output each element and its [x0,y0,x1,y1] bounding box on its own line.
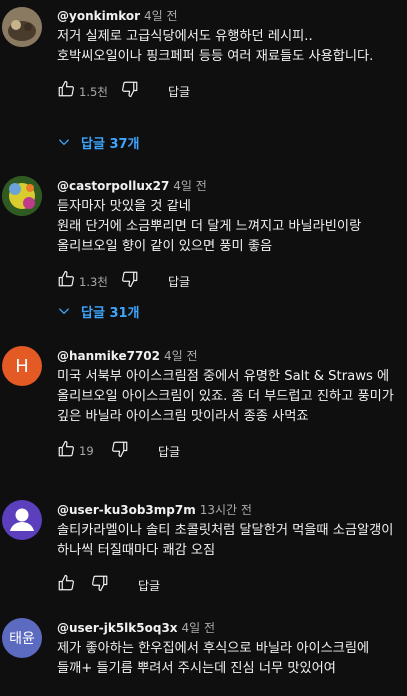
replies-count: 답글 31개 [81,305,140,321]
avatar-image-icon [2,176,42,216]
like-count: 19 [79,444,94,458]
thumbs-down-icon [112,441,128,458]
chevron-down-icon [58,308,70,315]
like-count: 1.5천 [79,85,108,99]
like-button[interactable] [57,80,75,101]
comment-author[interactable]: @yonkimkor [57,9,140,23]
comment-actions: 답글 [57,574,395,598]
thumbs-down-icon [122,271,138,288]
like-count: 1.3천 [79,275,108,289]
avatar[interactable] [2,500,42,540]
replies-count: 답글 37개 [81,136,140,152]
like-button[interactable] [57,270,75,291]
view-replies-button[interactable]: 답글 31개 [57,300,140,322]
avatar-letter: H [15,355,29,377]
comment-author[interactable]: @user-ku3ob3mp7m [57,503,196,517]
comment-text: 저거 실제로 고급식당에서도 유행하던 레시피.. 호박씨오일이나 핑크페퍼 등… [57,29,374,64]
like-button[interactable] [57,574,75,595]
thumbs-up-icon [58,574,74,591]
comment-author[interactable]: @hanmike7702 [57,349,160,363]
avatar[interactable]: H [2,346,42,386]
reply-button[interactable]: 답글 [158,443,180,460]
reply-button[interactable]: 답글 [168,83,190,100]
chevron-down-icon [58,139,70,146]
comment-time[interactable]: 13시간 전 [200,503,252,517]
dislike-button[interactable] [121,270,139,291]
comment-author[interactable]: @castorpollux27 [57,179,169,193]
reply-button[interactable]: 답글 [138,577,160,594]
comment-time[interactable]: 4일 전 [182,621,216,635]
like-button[interactable] [57,440,75,461]
comment-actions: 19 답글 [57,440,395,464]
comment-author[interactable]: @user-jk5lk5oq3x [57,621,178,635]
thumbs-up-icon [58,270,74,287]
thumbs-down-icon [92,575,108,592]
comment-actions: 1.5천 답글 [57,80,395,104]
avatar[interactable] [2,7,42,47]
comment-time[interactable]: 4일 전 [164,349,198,363]
comment-text: 듣자마자 맛있을 것 같네 원래 단거에 소금뿌리면 더 달게 느껴지고 바닐라… [57,199,362,254]
comment-actions: 1.3천 답글 [57,270,395,294]
comment-text: 제가 좋아하는 한우집에서 후식으로 바닐라 아이스크림에 들깨+ 들기름 뿌려… [57,641,370,676]
comment-text: 솔티카라멜이나 솔티 초콜릿처럼 달달한거 먹을때 소금알갱이 하나씩 터질때마… [57,523,394,558]
avatar[interactable]: 태윤 [2,618,42,658]
view-replies-button[interactable]: 답글 37개 [57,131,140,153]
thumbs-up-icon [58,440,74,457]
default-user-icon [10,508,34,531]
comment-time[interactable]: 4일 전 [144,9,178,23]
dislike-button[interactable] [91,574,109,595]
avatar-letter: 태윤 [9,631,35,647]
comment-time[interactable]: 4일 전 [173,179,207,193]
avatar-image-icon [2,7,42,47]
reply-button[interactable]: 답글 [168,273,190,290]
thumbs-down-icon [122,81,138,98]
avatar[interactable] [2,176,42,216]
comment-text: 미국 서북부 아이스크림점 중에서 유명한 Salt & Straws 에 올리… [57,369,394,424]
dislike-button[interactable] [111,440,129,461]
thumbs-up-icon [58,80,74,97]
dislike-button[interactable] [121,80,139,101]
